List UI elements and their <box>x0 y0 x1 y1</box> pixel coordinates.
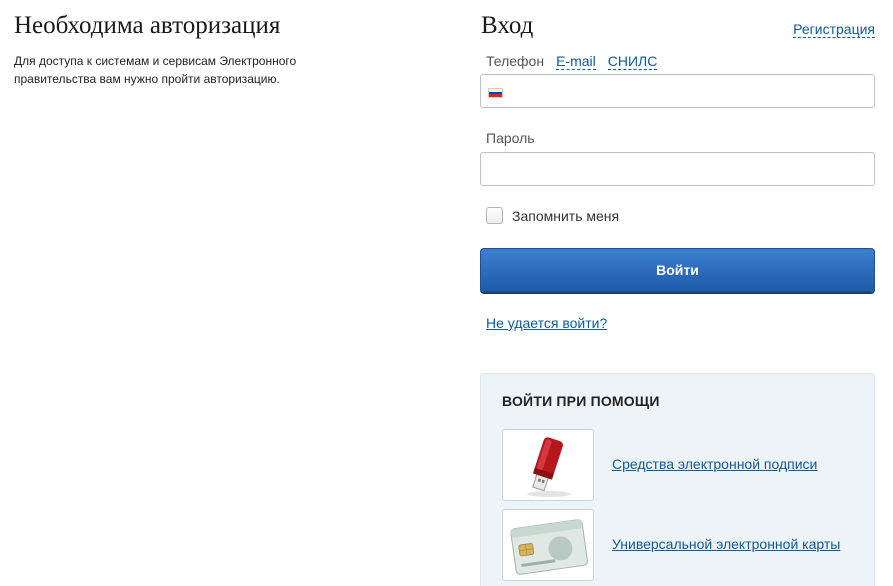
login-method-tabs: Телефон E-mail СНИЛС <box>486 53 658 70</box>
auth-description: Для доступа к системам и сервисам Электр… <box>14 54 297 86</box>
login-title: Вход <box>481 12 534 39</box>
remember-checkbox[interactable] <box>486 207 503 224</box>
password-input[interactable] <box>480 152 875 186</box>
usb-token-icon[interactable] <box>502 429 594 501</box>
alt-login-panel: ВОЙТИ ПРИ ПОМОЩИ Средства электронной по… <box>480 373 875 586</box>
uec-link[interactable]: Универсальной электронной карты <box>612 536 840 552</box>
remember-label: Запомнить меня <box>512 207 620 224</box>
phone-input[interactable] <box>511 75 871 107</box>
remember-me[interactable]: Запомнить меня <box>486 207 619 224</box>
russia-flag-icon <box>488 88 503 98</box>
alt-login-title: ВОЙТИ ПРИ ПОМОЩИ <box>502 393 660 409</box>
phone-field[interactable] <box>480 74 875 108</box>
tab-email[interactable]: E-mail <box>556 53 596 70</box>
method-signature[interactable]: Средства электронной подписи <box>502 429 817 501</box>
cant-login-link[interactable]: Не удается войти? <box>486 315 607 331</box>
smart-card-icon[interactable] <box>502 509 594 581</box>
page-title: Необходима авторизация <box>14 12 281 39</box>
tab-phone[interactable]: Телефон <box>486 53 544 70</box>
password-label: Пароль <box>486 130 535 146</box>
signature-link[interactable]: Средства электронной подписи <box>612 456 817 472</box>
register-link[interactable]: Регистрация <box>793 21 875 38</box>
login-button[interactable]: Войти <box>480 248 875 292</box>
tab-snils[interactable]: СНИЛС <box>607 53 658 70</box>
method-uec[interactable]: Универсальной электронной карты <box>502 509 840 581</box>
